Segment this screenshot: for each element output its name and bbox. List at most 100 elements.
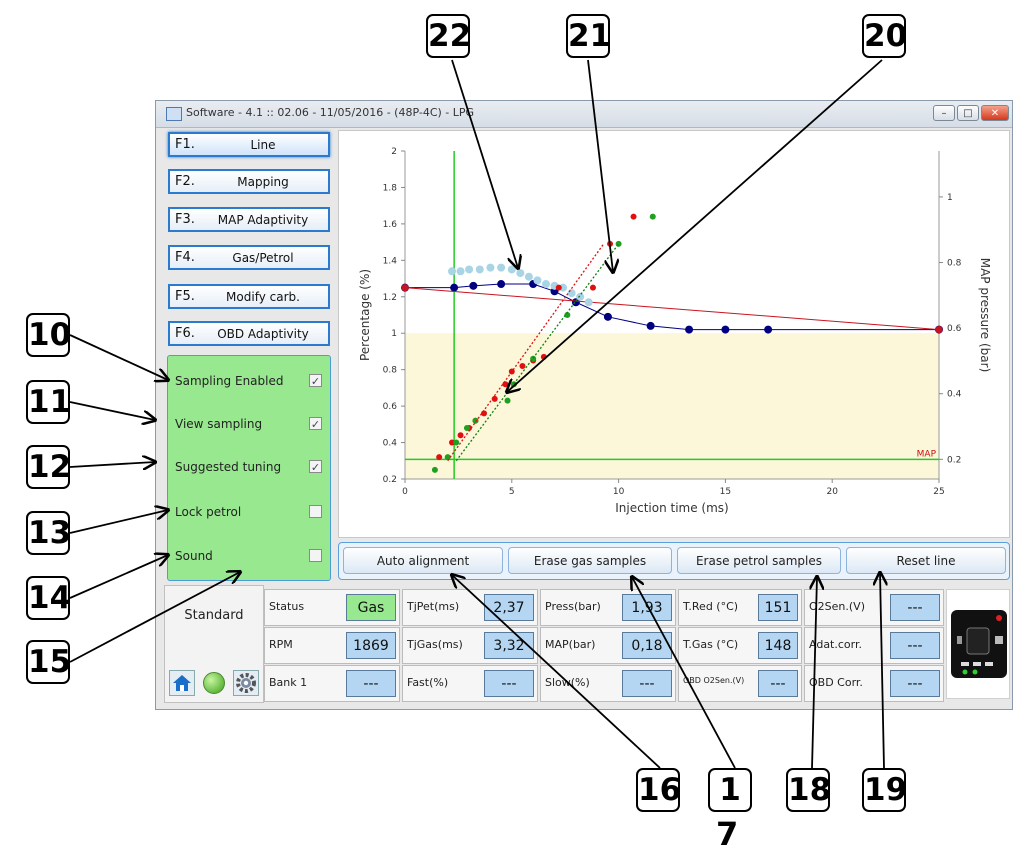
- readout-value: ---: [890, 670, 940, 697]
- sample-point: [524, 272, 533, 281]
- app-window: Software - 4.1 :: 02.06 - 11/05/2016 - (…: [155, 100, 1013, 710]
- series-point: [450, 283, 459, 292]
- readout-cell: T.Gas (°C) 148: [678, 627, 802, 664]
- option-view-sampling[interactable]: View sampling ✓: [175, 415, 322, 435]
- erase-gas-samples-button[interactable]: Erase gas samples: [508, 547, 672, 574]
- readout-label: O2Sen.(V): [809, 600, 865, 613]
- callout-20: 20: [862, 14, 907, 58]
- option-sampling-enabled[interactable]: Sampling Enabled ✓: [175, 372, 322, 392]
- callout-13: 13: [26, 511, 71, 555]
- readout-value: ---: [890, 632, 940, 659]
- x-tick-label: 5: [509, 487, 515, 497]
- map-line-label: MAP: [917, 449, 937, 459]
- minimize-button[interactable]: –: [933, 105, 955, 121]
- arrow-13: [69, 510, 168, 534]
- readout-label: T.Gas (°C): [683, 638, 739, 651]
- f5-modify-carb-button[interactable]: F5. Modify carb.: [168, 284, 330, 309]
- callout-21: 21: [566, 14, 611, 58]
- readout-label: Status: [269, 600, 305, 613]
- readout-label: OBD O2Sen.(V): [683, 676, 745, 685]
- readout-label: RPM: [269, 638, 293, 651]
- sample-point: [447, 267, 456, 276]
- erase-petrol-samples-button[interactable]: Erase petrol samples: [677, 547, 841, 574]
- x-tick-label: 25: [933, 487, 944, 497]
- sample-point: [475, 265, 484, 274]
- readout-value: ---: [346, 670, 396, 697]
- readout-label: MAP(bar): [545, 638, 596, 651]
- sample-point: [465, 265, 474, 274]
- sampling-enabled-checkbox[interactable]: ✓: [309, 374, 322, 388]
- readout-cell: Slow(%) ---: [540, 665, 676, 702]
- callout-19: 19: [862, 768, 907, 812]
- y-tick-label: 2: [391, 147, 397, 157]
- sample-point: [457, 432, 464, 439]
- f2-mapping-button[interactable]: F2. Mapping: [168, 169, 330, 194]
- readout-value: 0,18: [622, 632, 672, 659]
- sample-point: [615, 240, 622, 247]
- settings-gear-icon[interactable]: [233, 670, 259, 696]
- mode-label: Standard: [184, 608, 244, 623]
- sample-point: [502, 381, 509, 388]
- f6-key: F6.: [175, 326, 195, 341]
- y-tick-label: 0.6: [383, 402, 398, 412]
- status-area: Standard Status Gas TjPet(ms) 2,37 Press(bar…: [164, 585, 1010, 703]
- title-bar[interactable]: Software - 4.1 :: 02.06 - 11/05/2016 - (…: [156, 101, 1012, 128]
- home-icon[interactable]: [169, 670, 195, 696]
- sample-point: [436, 454, 443, 461]
- sample-point: [456, 267, 465, 276]
- readout-value: ---: [622, 670, 672, 697]
- readout-cell: Adat.corr. ---: [804, 627, 944, 664]
- shaded-region: [405, 333, 939, 479]
- sample-point: [555, 284, 562, 291]
- f4-label: Gas/Petrol: [232, 251, 294, 265]
- readout-value: 2,37: [484, 594, 534, 621]
- view-sampling-checkbox[interactable]: ✓: [309, 417, 322, 431]
- x-tick-label: 15: [720, 487, 731, 497]
- f6-obd-adaptivity-button[interactable]: F6. OBD Adaptivity: [168, 321, 330, 346]
- readout-value: 1869: [346, 632, 396, 659]
- readout-value: 3,32: [484, 632, 534, 659]
- y-tick-label: 0.8: [383, 366, 398, 376]
- sample-point: [519, 363, 526, 370]
- sound-checkbox[interactable]: [309, 549, 322, 562]
- readout-value: ---: [758, 670, 798, 697]
- f2-key: F2.: [175, 174, 195, 189]
- option-sound[interactable]: Sound: [175, 547, 322, 567]
- x-axis-label: Injection time (ms): [615, 501, 729, 515]
- y-tick-label: 1.8: [383, 183, 398, 193]
- option-suggested-tuning[interactable]: Suggested tuning ✓: [175, 458, 322, 478]
- lock-petrol-checkbox[interactable]: [309, 505, 322, 518]
- f1-label: Line: [250, 138, 276, 152]
- series-point: [646, 321, 655, 330]
- option-label: Suggested tuning: [175, 460, 282, 474]
- option-lock-petrol[interactable]: Lock petrol: [175, 503, 322, 523]
- f1-line-button[interactable]: F1. Line: [168, 132, 330, 157]
- readout-label: Press(bar): [545, 600, 601, 613]
- sample-point: [584, 298, 593, 307]
- y-tick-label: 1.6: [383, 220, 398, 230]
- sample-point: [472, 417, 479, 424]
- y2-axis-label: MAP pressure (bar): [978, 258, 992, 373]
- maximize-button[interactable]: □: [957, 105, 979, 121]
- sample-point: [453, 439, 460, 446]
- callout-14: 14: [26, 576, 71, 620]
- reset-line-button[interactable]: Reset line: [846, 547, 1006, 574]
- f3-map-adaptivity-button[interactable]: F3. MAP Adaptivity: [168, 207, 330, 232]
- close-button[interactable]: ✕: [981, 105, 1009, 121]
- sample-point: [497, 263, 506, 272]
- sample-point: [649, 213, 656, 220]
- f4-gas-petrol-button[interactable]: F4. Gas/Petrol: [168, 245, 330, 270]
- readout-cell: OBD Corr. ---: [804, 665, 944, 702]
- sample-point: [507, 265, 516, 274]
- auto-alignment-button[interactable]: Auto alignment: [343, 547, 503, 574]
- callout-17: 1: [708, 768, 752, 812]
- readout-value: Gas: [346, 594, 396, 621]
- suggested-tuning-checkbox[interactable]: ✓: [309, 460, 322, 474]
- readout-cell: RPM 1869: [264, 627, 400, 664]
- readout-value: ---: [484, 670, 534, 697]
- series-point: [497, 280, 506, 289]
- f5-label: Modify carb.: [226, 290, 300, 304]
- arrow-12: [69, 462, 155, 467]
- y-tick-label: 0.2: [383, 475, 397, 485]
- injection-line-chart[interactable]: 0 5 10 15 20 25 0.2 0.4 0.6 0.8 1 1.2 1.4 1.6 1.8 2 0.2 0…: [338, 130, 1010, 538]
